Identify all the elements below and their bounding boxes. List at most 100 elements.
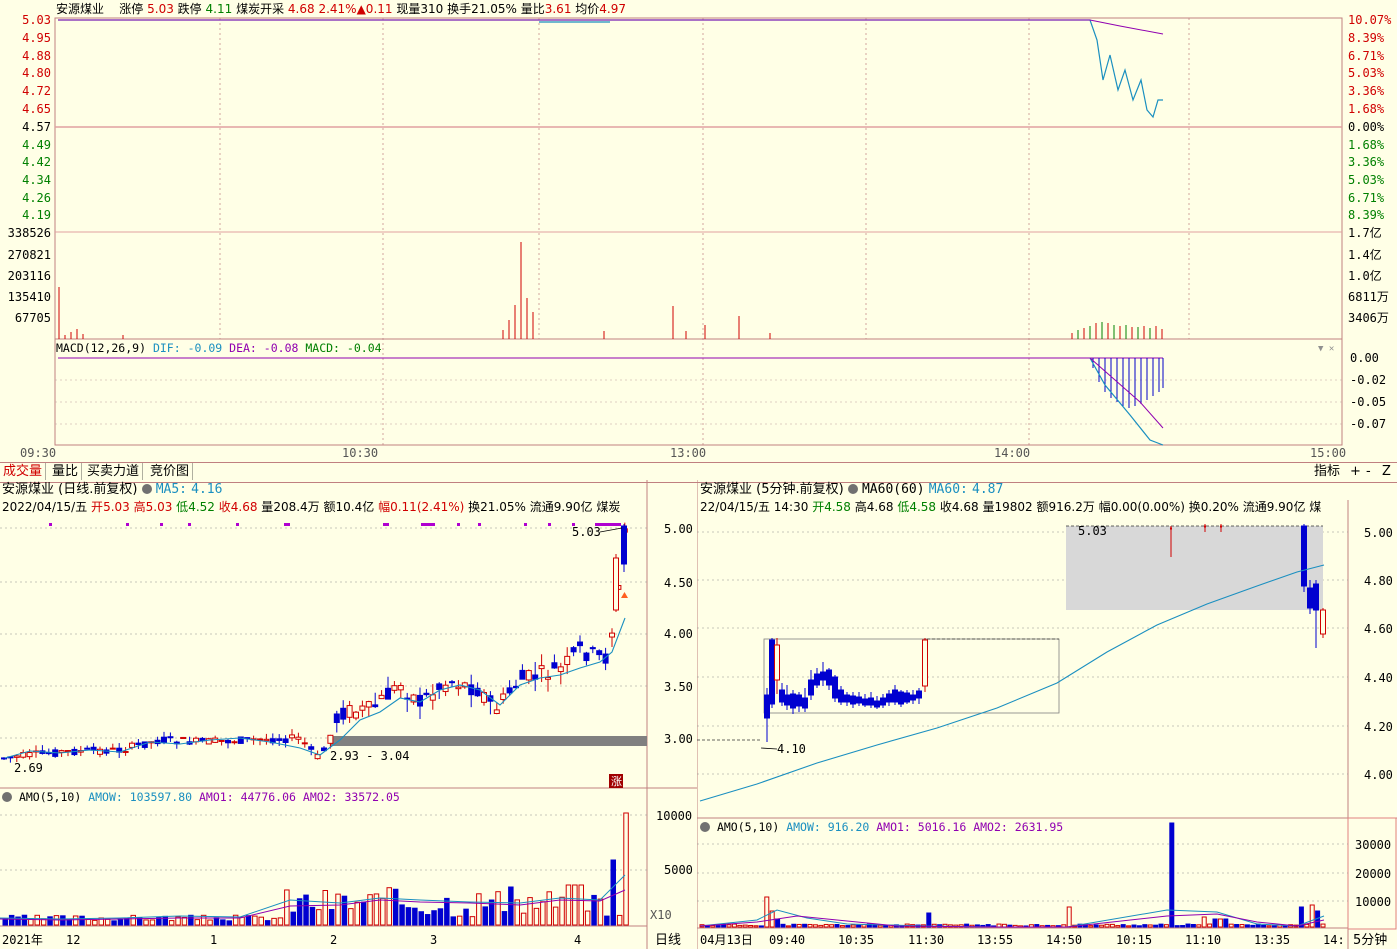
daily-time-axis: 2021年 12 1 2 3 4	[2, 933, 581, 947]
zoom-in-button[interactable]: +	[1350, 463, 1361, 480]
vol-tick-4: 67705	[15, 311, 51, 325]
daily-candle-21-body	[135, 742, 142, 746]
minute-amo-bar-76	[1109, 923, 1115, 928]
minute-amo-bar-26	[839, 925, 845, 928]
minute-amo-bar-93	[1201, 916, 1207, 928]
daily-candle-57-body	[365, 701, 372, 708]
minute-period-label[interactable]: 5分钟	[1353, 929, 1387, 948]
minute-time-tick-1: 09:40	[769, 933, 805, 947]
zoom-out-button[interactable]: -	[1366, 463, 1371, 480]
daily-amo-bar-83	[533, 907, 540, 926]
daily-amo-bar-41	[264, 920, 271, 926]
daily-candle-53-body	[340, 707, 347, 720]
daily-candle-79-body	[506, 687, 513, 694]
daily-candle-56-body	[359, 705, 366, 711]
left-tick-0: 5.03	[22, 13, 51, 27]
daily-amo-name[interactable]: AMO(5,10)	[19, 790, 81, 804]
minute-candle-5-body	[790, 693, 796, 709]
minute-candle-13-body	[838, 689, 844, 703]
daily-candle-19-body	[122, 750, 129, 753]
daily-candle-34-body	[218, 739, 225, 742]
minute-time-tick-5: 14:50	[1046, 933, 1082, 947]
daily-amo-bar-71	[456, 915, 463, 926]
macd-tick-3: -0.07	[1350, 417, 1386, 431]
minute-amo-bar-15	[780, 923, 786, 928]
daily-candle-89-body	[570, 647, 577, 653]
minute-amo-bar-33	[877, 924, 883, 928]
minute-amo-selector-icon[interactable]	[700, 822, 710, 832]
minute-candle-4-body	[784, 694, 790, 706]
tab-buy-sell-force[interactable]: 买卖力道	[84, 463, 144, 480]
daily-amo-selector-icon[interactable]	[2, 792, 12, 802]
minute-amo-bar-113	[1309, 904, 1315, 928]
minute-amo-name[interactable]: AMO(5,10)	[717, 820, 779, 834]
daily-candle-43-body	[276, 738, 283, 741]
minute-time-tick-9: 14:	[1323, 933, 1345, 947]
daily-candle-17-body	[109, 747, 116, 750]
daily-candle-88-body	[564, 655, 571, 666]
minute-candle-tick1-body	[1170, 527, 1172, 530]
tab-auction-chart[interactable]: 竞价图	[147, 463, 194, 480]
minute-candle-7-body	[802, 697, 808, 709]
daily-amo-bar-84	[540, 901, 546, 926]
minute-amo-bar-102	[1250, 924, 1256, 928]
daily-candle-47-body	[301, 742, 308, 745]
daily-amo-legend: AMO(5,10) AMOW: 103597.80 AMO1: 44776.06…	[2, 790, 400, 804]
daily-candle-10-body	[65, 750, 71, 753]
daily-amo-bar-88	[565, 884, 572, 926]
right-tick-1: 8.39%	[1348, 31, 1385, 45]
macd-name[interactable]: MACD(12,26,9)	[56, 341, 146, 355]
tab-volume-ratio[interactable]: 量比	[49, 463, 83, 480]
minute-time-tick-8: 13:35	[1254, 933, 1290, 947]
z-button[interactable]: Z	[1382, 463, 1391, 480]
minute-candle-late2-body	[1307, 587, 1313, 609]
minute-candle-2-body	[774, 644, 780, 681]
daily-candle-25-body	[161, 736, 167, 744]
minute-amo-bar-9	[748, 924, 754, 928]
minute-amo-bar-34	[883, 924, 889, 928]
intraday-right-axis: 10.07% 8.39% 6.71% 5.03% 3.36% 1.68% 0.0…	[1348, 13, 1392, 431]
right-vol-tick-1: 1.4亿	[1348, 247, 1382, 262]
daily-amo-bar-65	[418, 911, 424, 926]
right-tick-2: 6.71%	[1348, 49, 1385, 63]
minute-candle-9-body	[814, 673, 820, 686]
minute-candle-8-body	[808, 679, 814, 696]
daily-candle-77-body	[493, 709, 500, 715]
macd-dropdown-icon[interactable]: ▼ ✕	[1318, 344, 1334, 354]
minute-amo-bar-92	[1196, 924, 1202, 928]
minute-amo-bar-75	[1104, 923, 1110, 928]
daily-amo-bar-45	[290, 911, 296, 926]
minute-amo-bar-105	[1266, 925, 1272, 928]
right-vol-tick-2: 1.0亿	[1348, 268, 1382, 283]
daily-amo-bars	[2, 812, 629, 926]
daily-amo-bar-38	[245, 915, 252, 926]
minute-candle-14-body	[844, 694, 850, 703]
left-tick-7: 4.49	[22, 138, 51, 152]
macd-macd-label: MACD:	[305, 341, 340, 355]
intraday-volume-bars	[58, 242, 771, 339]
daily-kline-chart[interactable]: 5.03 2.69 2.93 - 3.04 涨 5.00 4.50 4.00 3…	[0, 480, 697, 949]
minute-amo-tick-2: 10000	[1355, 895, 1391, 909]
indicator-button[interactable]: 指标	[1314, 463, 1340, 480]
left-tick-3: 4.80	[22, 66, 51, 80]
daily-period-label[interactable]: 日线	[655, 929, 681, 948]
minute-axis-tick-0: 5.00	[1364, 526, 1393, 540]
minute-amo2-label: AMO2:	[973, 820, 1008, 834]
daily-amo-bar-78	[501, 911, 508, 926]
minute-amo-bar-25	[834, 924, 840, 928]
tab-volume[interactable]: 成交量	[0, 463, 47, 480]
intraday-avg-line	[58, 19, 1164, 35]
minute-amo-bar-5	[726, 924, 732, 928]
daily-amo-bar-33	[213, 917, 220, 926]
minute-amo-bar-19	[802, 923, 808, 928]
minute-amo-bar-101	[1244, 924, 1250, 928]
minute-amo-bar-16	[785, 925, 791, 928]
minute-kline-chart[interactable]: 5.03 4.10 5.00 4.80 4.60 4.40 4.20 4.00 …	[697, 480, 1397, 949]
daily-amo-bar-14	[92, 919, 98, 926]
minute-amo-legend: AMO(5,10) AMOW: 916.20 AMO1: 5016.16 AMO…	[700, 820, 1063, 834]
daily-amo-bar-86	[552, 906, 559, 926]
minute-candle-tick2-body	[1204, 525, 1206, 528]
daily-amo-bar-90	[578, 884, 584, 926]
daily-amo-bar-53	[341, 895, 348, 926]
intraday-chart[interactable]: ▼ ✕ 5.03 4.95 4.88 4.80 4.72 4.65 4.57 4…	[0, 0, 1397, 462]
